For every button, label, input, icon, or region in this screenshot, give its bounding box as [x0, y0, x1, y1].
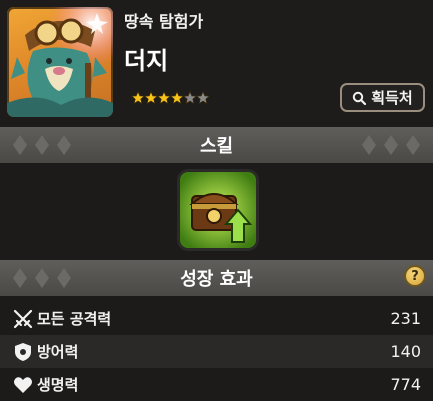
- help-button[interactable]: ?: [404, 265, 426, 287]
- character-header: 땅속 탐험가 더지 획득처: [0, 0, 433, 122]
- shield-icon: [15, 342, 31, 361]
- acquire-location-button[interactable]: 획득처: [340, 83, 425, 112]
- star-empty-icon: [183, 91, 197, 105]
- character-title: 땅속 탐험가: [124, 12, 204, 31]
- diamond-pattern-icon: [13, 135, 71, 155]
- skill-section-title: 스킬: [199, 136, 234, 157]
- search-icon: [353, 91, 367, 105]
- stat-value: 774: [390, 375, 421, 394]
- stat-label: 모든 공격력: [37, 310, 112, 328]
- character-portrait: [7, 7, 113, 117]
- growth-section-title: 성장 효과: [180, 269, 253, 290]
- character-name: 더지: [124, 47, 169, 75]
- treasure-chest-upgrade-icon: [180, 172, 256, 248]
- stat-row: 생명력 774: [0, 368, 433, 401]
- stat-label: 생명력: [37, 376, 79, 394]
- skill-section-header: 스킬: [0, 127, 433, 163]
- heart-icon: [14, 376, 32, 393]
- stat-value: 140: [390, 342, 421, 361]
- star-empty-icon: [196, 91, 210, 105]
- star-filled-icon: [131, 91, 145, 105]
- star-rating: [131, 91, 210, 109]
- stat-row: 방어력 140: [0, 335, 433, 368]
- skill-icon-treasure-chest[interactable]: [180, 172, 256, 248]
- crossed-swords-icon: [13, 309, 33, 328]
- star-filled-icon: [170, 91, 184, 105]
- growth-section-header: 성장 효과: [0, 260, 433, 296]
- diamond-pattern-icon: [362, 135, 420, 155]
- diamond-pattern-icon: [13, 268, 71, 288]
- star-filled-icon: [144, 91, 158, 105]
- acquire-button-label: 획득처: [371, 89, 413, 107]
- star-filled-icon: [157, 91, 171, 105]
- stat-label: 방어력: [37, 343, 79, 361]
- stat-value: 231: [390, 309, 421, 328]
- stat-row: 모든 공격력 231: [0, 302, 433, 335]
